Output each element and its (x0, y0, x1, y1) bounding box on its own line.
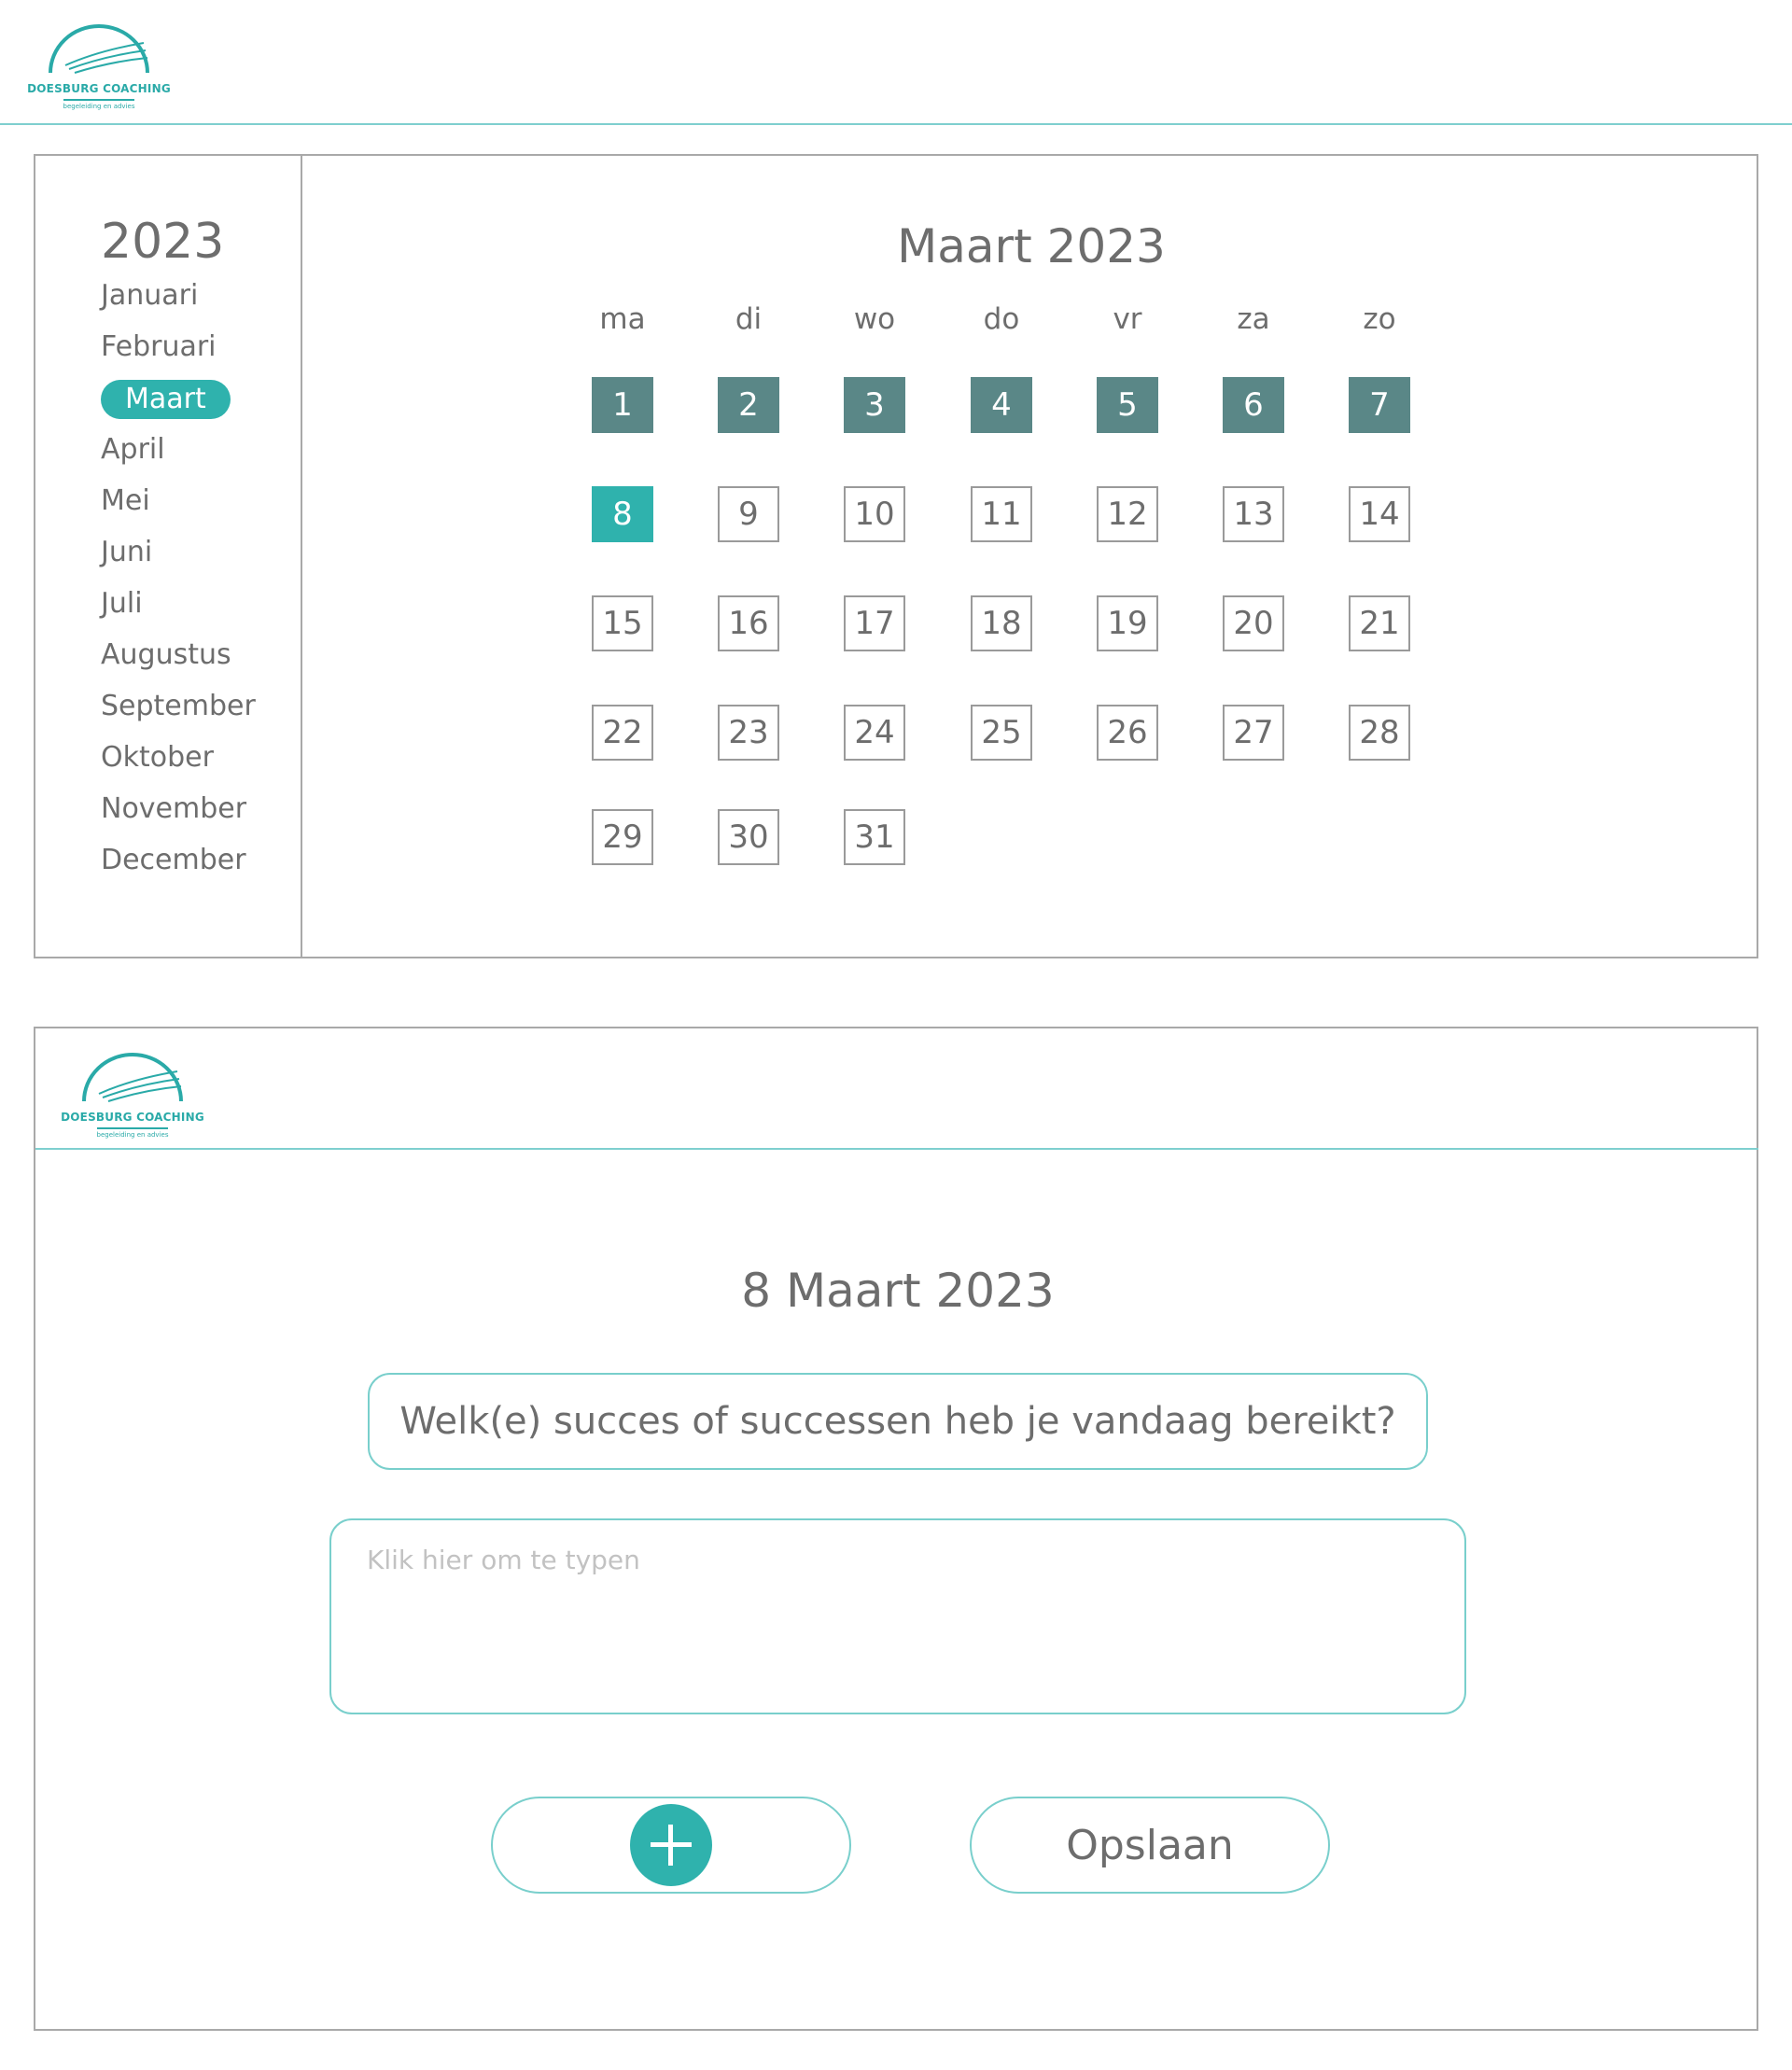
day-17[interactable]: 17 (844, 595, 905, 651)
day-16[interactable]: 16 (718, 595, 779, 651)
sidebar-month-juni[interactable]: Juni (101, 534, 152, 571)
day-24[interactable]: 24 (844, 705, 905, 761)
sidebar-month-december[interactable]: December (101, 842, 246, 879)
day-12[interactable]: 12 (1097, 486, 1158, 542)
day-28[interactable]: 28 (1349, 705, 1410, 761)
calendar-title: Maart 2023 (897, 219, 1166, 273)
brand-tagline: begeleiding en advies (96, 1131, 169, 1139)
day-6[interactable]: 6 (1223, 377, 1284, 433)
sidebar-month-juli[interactable]: Juli (101, 585, 143, 622)
entry-date: 8 Maart 2023 (741, 1264, 1055, 1318)
day-15[interactable]: 15 (592, 595, 653, 651)
question-text: Welk(e) succes of successen heb je vanda… (399, 1400, 1396, 1443)
save-button-label: Opslaan (1066, 1821, 1234, 1869)
weekday-za: za (1237, 302, 1270, 336)
calendar-panel: 2023 Januari Februari Maart April Mei Juni Jul… (34, 154, 1758, 958)
day-3[interactable]: 3 (844, 377, 905, 433)
question-box: Welk(e) succes of successen heb je vanda… (368, 1373, 1428, 1470)
entry-header-divider (35, 1148, 1758, 1150)
day-22[interactable]: 22 (592, 705, 653, 761)
day-11[interactable]: 11 (971, 486, 1032, 542)
sidebar-month-maart[interactable]: Maart (101, 380, 231, 419)
day-18[interactable]: 18 (971, 595, 1032, 651)
day-19[interactable]: 19 (1097, 595, 1158, 651)
day-10[interactable]: 10 (844, 486, 905, 542)
day-4[interactable]: 4 (971, 377, 1032, 433)
day-7[interactable]: 7 (1349, 377, 1410, 433)
sidebar-month-oktober[interactable]: Oktober (101, 739, 214, 776)
plus-icon (630, 1804, 712, 1886)
sidebar-month-september[interactable]: September (101, 688, 256, 725)
answer-input[interactable] (329, 1518, 1466, 1714)
day-1[interactable]: 1 (592, 377, 653, 433)
sidebar-month-april[interactable]: April (101, 431, 165, 469)
day-25[interactable]: 25 (971, 705, 1032, 761)
weekday-ma: ma (599, 302, 646, 336)
entry-logo: DOESBURG COACHING begeleiding en advies (58, 1049, 207, 1142)
save-button[interactable]: Opslaan (970, 1797, 1330, 1894)
day-20[interactable]: 20 (1223, 595, 1284, 651)
day-14[interactable]: 14 (1349, 486, 1410, 542)
entry-panel: DOESBURG COACHING begeleiding en advies … (34, 1027, 1758, 2031)
day-23[interactable]: 23 (718, 705, 779, 761)
brand-tagline: begeleiding en advies (63, 103, 135, 110)
day-27[interactable]: 27 (1223, 705, 1284, 761)
logo-arc-icon (49, 24, 149, 74)
brand-name: DOESBURG COACHING (61, 1111, 204, 1124)
sidebar-month-augustus[interactable]: Augustus (101, 636, 231, 674)
sidebar-month-november[interactable]: November (101, 790, 246, 828)
weekday-zo: zo (1363, 302, 1396, 336)
weekday-wo: wo (853, 302, 896, 336)
brand-underline (97, 1127, 168, 1129)
day-8[interactable]: 8 (592, 486, 653, 542)
brand-name: DOESBURG COACHING (27, 82, 171, 95)
day-5[interactable]: 5 (1097, 377, 1158, 433)
sidebar-month-januari[interactable]: Januari (101, 277, 198, 315)
weekday-do: do (983, 302, 1020, 336)
weekday-vr: vr (1113, 302, 1142, 336)
logo-arc-icon (82, 1053, 183, 1102)
brand-underline (63, 99, 134, 101)
logo: DOESBURG COACHING begeleiding en advies (24, 21, 174, 114)
day-13[interactable]: 13 (1223, 486, 1284, 542)
day-31[interactable]: 31 (844, 809, 905, 865)
day-2[interactable]: 2 (718, 377, 779, 433)
header-divider (0, 123, 1792, 125)
weekday-di: di (735, 302, 763, 336)
sidebar-divider (301, 156, 302, 957)
add-button[interactable] (491, 1797, 851, 1894)
day-9[interactable]: 9 (718, 486, 779, 542)
sidebar-month-mei[interactable]: Mei (101, 483, 150, 520)
day-29[interactable]: 29 (592, 809, 653, 865)
day-26[interactable]: 26 (1097, 705, 1158, 761)
day-21[interactable]: 21 (1349, 595, 1410, 651)
year-heading: 2023 (101, 214, 225, 270)
sidebar-month-februari[interactable]: Februari (101, 329, 217, 366)
day-30[interactable]: 30 (718, 809, 779, 865)
